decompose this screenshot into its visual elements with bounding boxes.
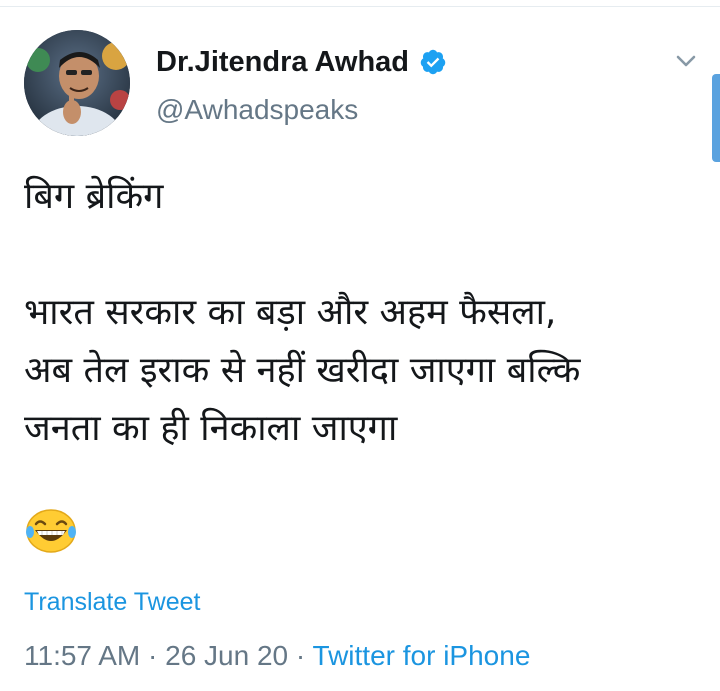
- author-handle[interactable]: @Awhadspeaks: [156, 94, 358, 126]
- tweet-metadata: 11:57 AM · 26 Jun 20 · Twitter for iPhon…: [24, 640, 530, 672]
- translate-tweet-link[interactable]: Translate Tweet: [24, 588, 200, 617]
- author-display-name[interactable]: Dr.Jitendra Awhad: [156, 46, 409, 79]
- tweet-date[interactable]: 26 Jun 20: [165, 640, 288, 671]
- tweet-time[interactable]: 11:57 AM: [24, 640, 140, 671]
- tweet-text-line: जनता का ही निकाला जाएगा: [24, 408, 398, 449]
- tweet-text: बिग ब्रेकिंग भारत सरकार का बड़ा और अहम फ…: [24, 168, 694, 458]
- scrollbar-thumb[interactable]: [712, 74, 720, 162]
- verified-badge-icon: [420, 49, 446, 75]
- avatar[interactable]: [24, 30, 130, 136]
- avatar-photo: [24, 30, 130, 136]
- meta-separator: ·: [295, 640, 306, 671]
- author-name-row[interactable]: Dr.Jitendra Awhad: [156, 44, 447, 80]
- meta-separator: ·: [148, 640, 158, 671]
- laughing-emoji-icon: [26, 509, 76, 553]
- chevron-down-icon[interactable]: [672, 50, 700, 72]
- tweet-text-line: भारत सरकार का बड़ा और अहम फैसला,: [24, 292, 557, 333]
- tweet-detail-page: Dr.Jitendra Awhad @Awhadspeaks बिग ब्रेक…: [0, 0, 720, 691]
- top-divider: [0, 6, 720, 7]
- tweet-source-link[interactable]: Twitter for iPhone: [313, 640, 531, 671]
- tweet-text-line: अब तेल इराक से नहीं खरीदा जाएगा बल्कि: [24, 350, 581, 391]
- tweet-text-line: बिग ब्रेकिंग: [24, 176, 164, 217]
